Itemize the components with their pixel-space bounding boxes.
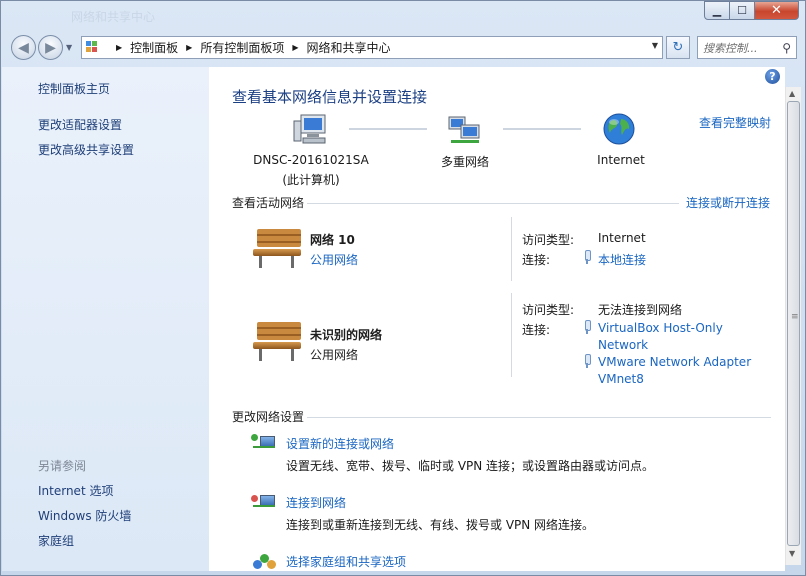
scroll-down-icon[interactable]: ▼ xyxy=(789,549,795,558)
see-also-heading: 另请参阅 xyxy=(38,459,87,473)
virtualbox-connection-link[interactable]: VirtualBox Host-Only xyxy=(598,321,723,335)
sidebar-link-homegroup[interactable]: 家庭组 xyxy=(38,532,74,549)
sidebar-link-sharing-settings[interactable]: 更改高级共享设置 xyxy=(38,141,134,158)
search-input[interactable]: 搜索控制... ⚲ xyxy=(697,36,797,59)
vertical-divider xyxy=(511,293,512,377)
vertical-divider xyxy=(511,217,512,281)
breadcrumb-network-center[interactable]: 网络和共享中心 xyxy=(307,39,391,56)
network-2-connection-label: 连接: xyxy=(522,323,551,337)
network-1-type-link[interactable]: 公用网络 xyxy=(310,251,358,268)
window: 网络和共享中心 ▁ ☐ ✕ ◀ ▶ ▼ ▶ 控制面板 ▶ 所有控制面板项 ▶ 网… xyxy=(0,0,806,576)
window-title: 网络和共享中心 xyxy=(71,10,156,24)
help-icon[interactable]: ? xyxy=(765,69,780,84)
public-network-bench-icon xyxy=(251,322,303,362)
page-title: 查看基本网络信息并设置连接 xyxy=(232,88,428,106)
connect-network-desc: 连接到或重新连接到无线、有线、拨号或 VPN 网络连接。 xyxy=(286,518,595,532)
connect-network-icon xyxy=(251,493,277,515)
homegroup-sharing-link[interactable]: 选择家庭组和共享选项 xyxy=(286,553,406,570)
map-connector xyxy=(349,128,427,130)
connection-plug-icon xyxy=(583,250,591,264)
map-computer-name: DNSC-20161021SA xyxy=(253,153,369,167)
connect-disconnect-link[interactable]: 连接或断开连接 xyxy=(686,194,770,211)
close-button[interactable]: ✕ xyxy=(755,1,799,20)
virtualbox-connection-link-line2[interactable]: Network xyxy=(598,338,648,352)
scrollbar-thumb[interactable]: ≡ xyxy=(787,101,800,546)
local-connection-link[interactable]: 本地连接 xyxy=(598,251,646,268)
forward-button[interactable]: ▶ xyxy=(38,35,63,60)
network-1-access-label: 访问类型: xyxy=(522,233,575,247)
title-bar: 网络和共享中心 ▁ ☐ ✕ xyxy=(1,1,805,29)
change-settings-heading: 更改网络设置 xyxy=(232,410,305,424)
vertical-scrollbar[interactable]: ▲ ≡ ▼ xyxy=(785,87,801,565)
chevron-right-icon[interactable]: ▶ xyxy=(186,43,192,52)
network-2-access-label: 访问类型: xyxy=(522,303,575,317)
breadcrumb-control-panel[interactable]: 控制面板 xyxy=(130,39,178,56)
connect-network-link[interactable]: 连接到网络 xyxy=(286,494,346,511)
vmware-connection-link-line2[interactable]: VMnet8 xyxy=(598,372,644,386)
control-panel-icon xyxy=(86,40,102,55)
section-divider xyxy=(307,417,771,418)
connection-plug-icon xyxy=(583,354,591,368)
network-1-connection-label: 连接: xyxy=(522,253,551,267)
active-networks-heading: 查看活动网络 xyxy=(232,196,305,210)
full-map-link[interactable]: 查看完整映射 xyxy=(699,114,771,131)
map-computer-sub: (此计算机) xyxy=(282,173,340,187)
back-button[interactable]: ◀ xyxy=(11,35,36,60)
sidebar-link-internet-options[interactable]: Internet 选项 xyxy=(38,482,113,499)
network-icon xyxy=(448,116,480,143)
chevron-right-icon[interactable]: ▶ xyxy=(116,43,122,52)
maximize-button[interactable]: ☐ xyxy=(730,1,755,20)
sidebar-link-firewall[interactable]: Windows 防火墙 xyxy=(38,507,131,524)
main-content: 查看基本网络信息并设置连接 查看完整映射 DNSC-20161021SA (此计… xyxy=(209,67,785,571)
sidebar-link-adapter-settings[interactable]: 更改适配器设置 xyxy=(38,116,122,133)
vmware-connection-link[interactable]: VMware Network Adapter xyxy=(598,355,751,369)
map-network-label: 多重网络 xyxy=(440,155,489,169)
homegroup-icon xyxy=(251,552,277,571)
connection-plug-icon xyxy=(583,320,591,334)
grip-icon: ≡ xyxy=(791,312,799,322)
network-2-name: 未识别的网络 xyxy=(310,328,383,342)
sidebar: 控制面板主页 更改适配器设置 更改高级共享设置 另请参阅 Internet 选项… xyxy=(2,67,209,571)
network-2-access-value: 无法连接到网络 xyxy=(598,303,683,317)
search-placeholder: 搜索控制... xyxy=(703,41,758,55)
breadcrumb-all-items[interactable]: 所有控制面板项 xyxy=(200,39,284,56)
setup-connection-desc: 设置无线、宽带、拨号、临时或 VPN 连接；或设置路由器或访问点。 xyxy=(286,459,655,473)
new-connection-icon xyxy=(251,434,277,456)
chevron-right-icon[interactable]: ▶ xyxy=(292,43,298,52)
public-network-bench-icon xyxy=(251,229,303,269)
map-internet-label: Internet xyxy=(597,153,645,167)
window-controls: ▁ ☐ ✕ xyxy=(704,1,799,20)
breadcrumb: ▶ 控制面板 ▶ 所有控制面板项 ▶ 网络和共享中心 xyxy=(108,39,391,56)
setup-connection-link[interactable]: 设置新的连接或网络 xyxy=(286,435,394,452)
minimize-button[interactable]: ▁ xyxy=(704,1,730,20)
section-divider xyxy=(307,203,679,204)
refresh-button[interactable]: ↻ xyxy=(666,36,690,59)
sidebar-link-home[interactable]: 控制面板主页 xyxy=(38,80,110,97)
map-connector xyxy=(503,128,581,130)
search-icon[interactable]: ⚲ xyxy=(782,41,791,55)
address-bar[interactable]: ▶ 控制面板 ▶ 所有控制面板项 ▶ 网络和共享中心 ▼ xyxy=(81,36,663,59)
network-2-type: 公用网络 xyxy=(310,348,359,362)
scroll-up-icon[interactable]: ▲ xyxy=(789,89,795,98)
network-1-access-value: Internet xyxy=(598,231,646,245)
computer-icon xyxy=(293,114,326,144)
recent-pages-dropdown-icon[interactable]: ▼ xyxy=(66,43,72,52)
internet-globe-icon xyxy=(603,113,635,145)
navigation-bar: ◀ ▶ ▼ ▶ 控制面板 ▶ 所有控制面板项 ▶ 网络和共享中心 ▼ ↻ 搜索控… xyxy=(1,31,805,63)
address-dropdown-icon[interactable]: ▼ xyxy=(652,41,658,50)
network-1-name: 网络 10 xyxy=(310,233,355,247)
